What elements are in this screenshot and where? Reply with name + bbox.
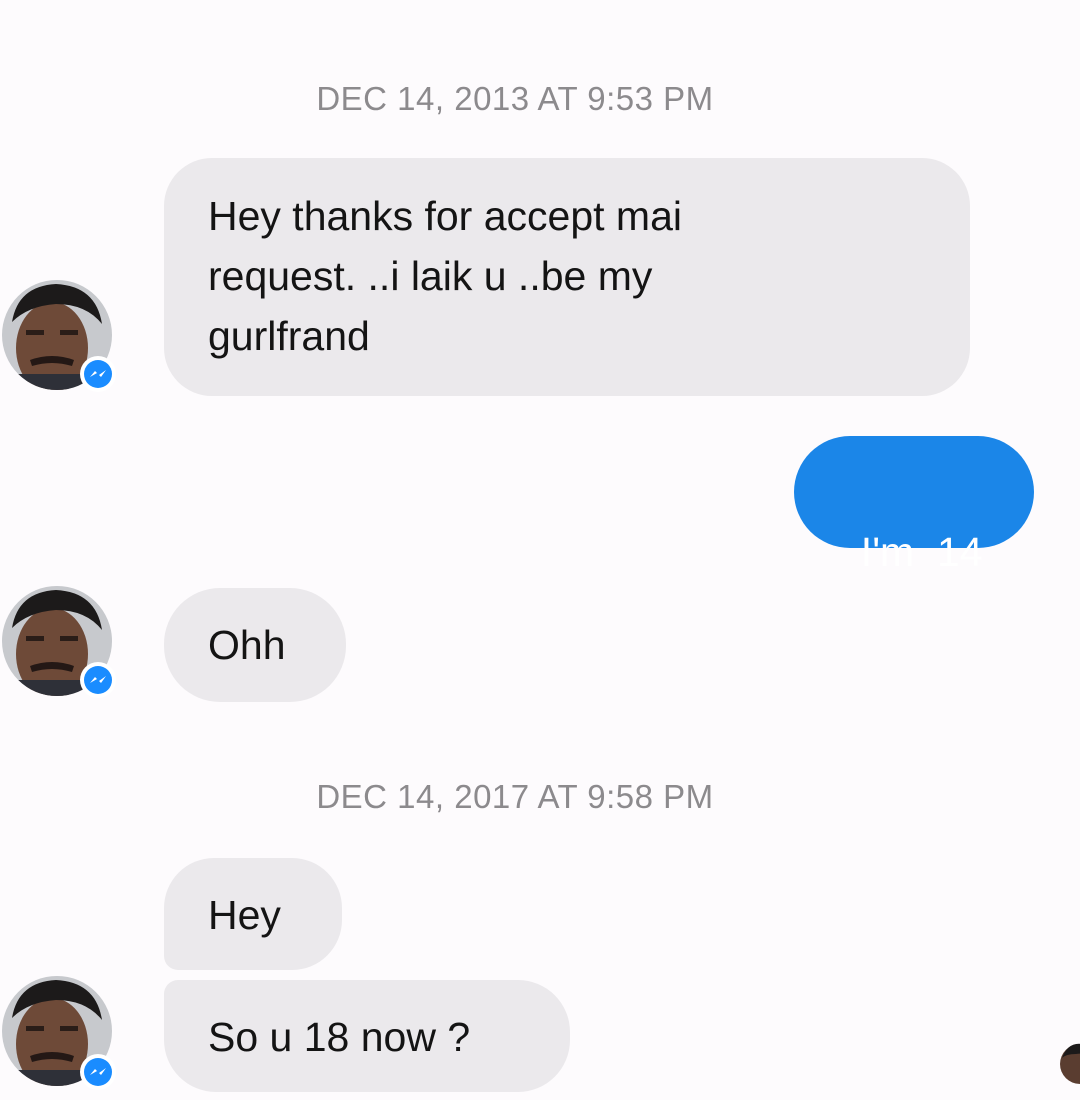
messenger-badge-icon	[80, 1054, 116, 1090]
message-line: Hey thanks for accept mai	[208, 193, 682, 239]
outgoing-message-bubble[interactable]: I'm 14	[794, 436, 1034, 575]
message-text: Hey	[208, 892, 281, 938]
chat-screen: { "conversation": { "timestamp_1": "DEC …	[0, 0, 1080, 1100]
incoming-message-bubble[interactable]: So u 18 now ?	[164, 980, 570, 1092]
message-text: I'm 14	[860, 529, 983, 575]
message-text: Ohh	[208, 622, 286, 668]
message-text: So u 18 now ?	[208, 1014, 471, 1060]
message-line: request. ..i laik u ..be my	[208, 253, 653, 299]
read-receipt-avatar	[1058, 1040, 1080, 1086]
incoming-message-bubble[interactable]: Hey	[164, 858, 342, 970]
message-line: gurlfrand	[208, 313, 370, 359]
timestamp: DEC 14, 2013 AT 9:53 PM	[316, 80, 714, 117]
messenger-badge-icon	[80, 356, 116, 392]
incoming-message-bubble[interactable]: Ohh	[164, 588, 346, 702]
messenger-badge-icon	[80, 662, 116, 698]
incoming-message-bubble[interactable]: Hey thanks for accept mai request. ..i l…	[164, 158, 970, 396]
timestamp: DEC 14, 2017 AT 9:58 PM	[316, 778, 714, 815]
